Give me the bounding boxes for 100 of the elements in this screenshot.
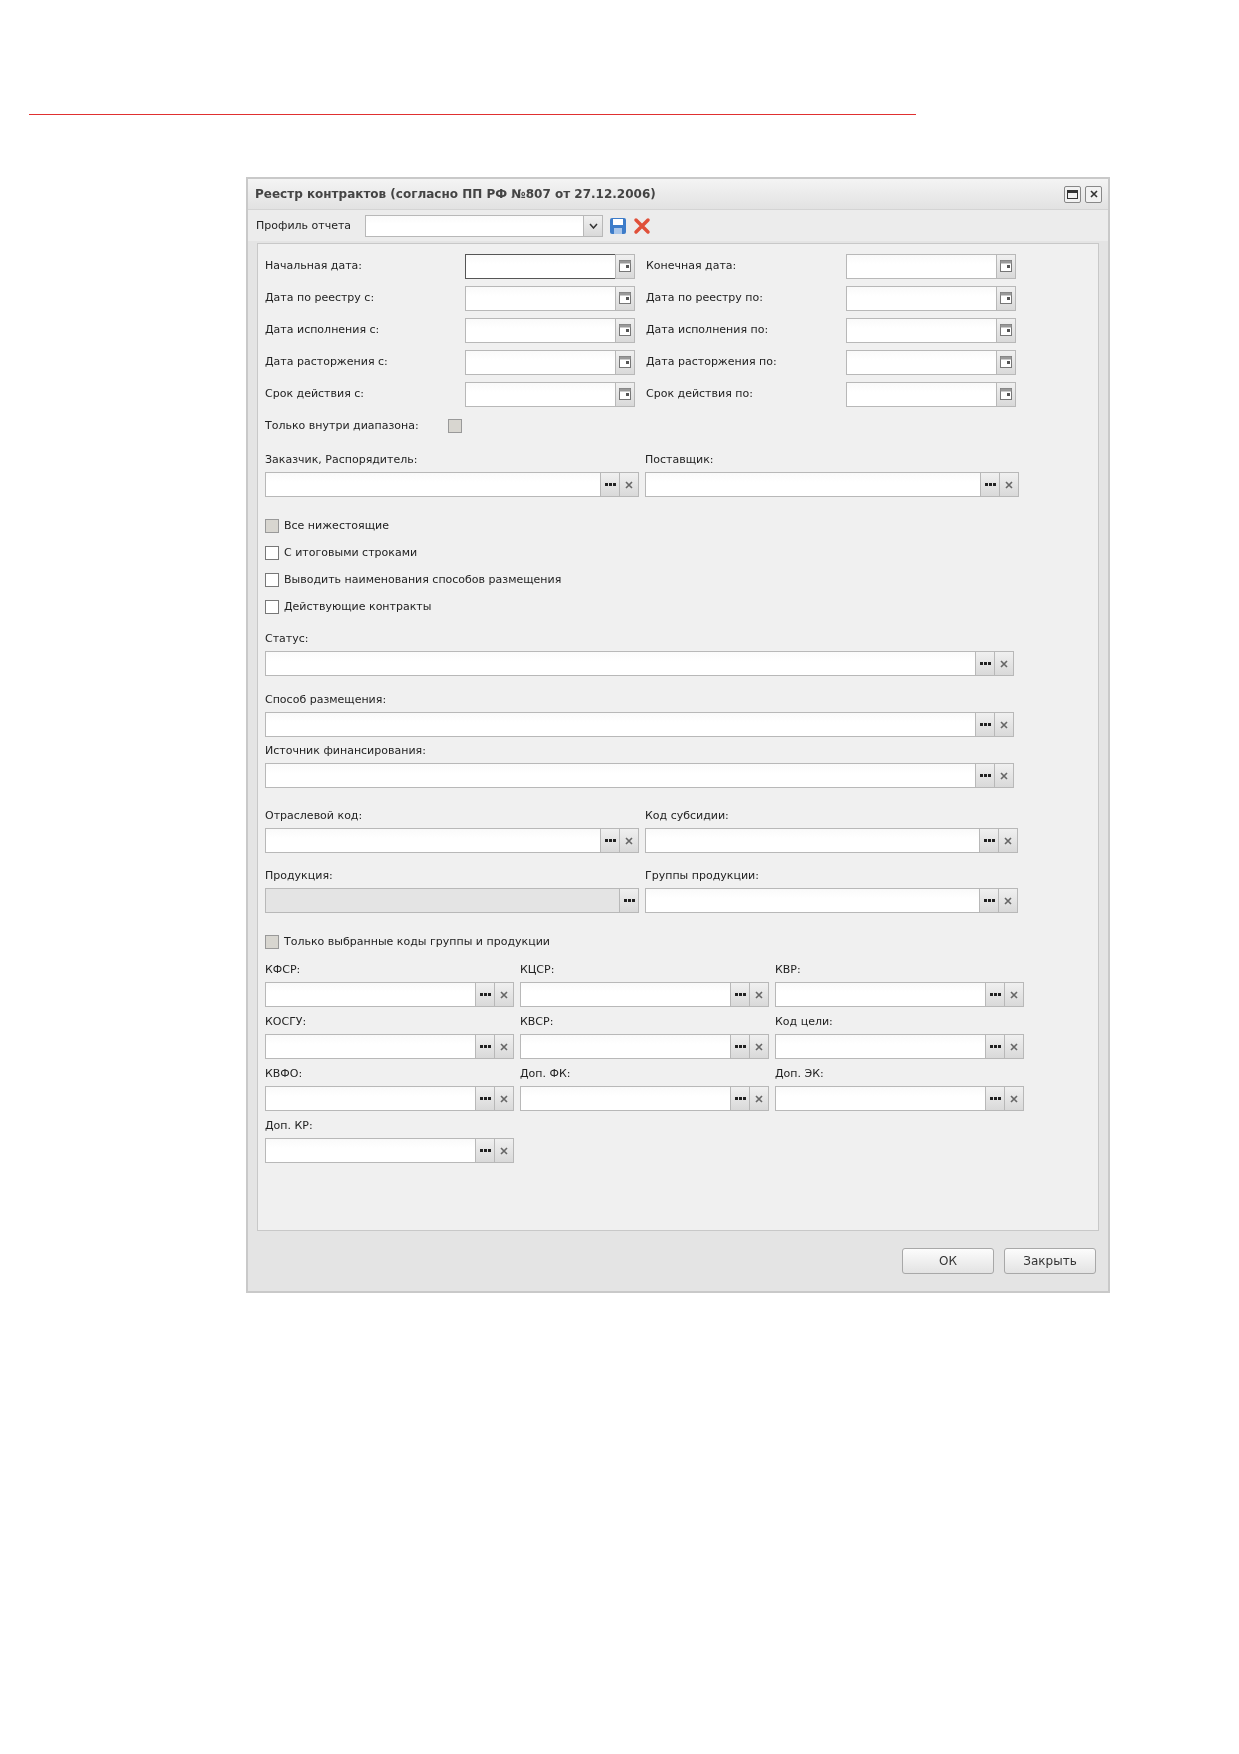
field-label: КВР: [775,962,802,978]
input-field[interactable] [775,1034,985,1059]
date-field[interactable] [465,381,615,407]
browse-button[interactable] [975,712,995,737]
clear-button[interactable] [1005,982,1024,1007]
browse-button[interactable] [619,888,639,913]
input-field[interactable] [645,828,979,853]
clear-button[interactable] [750,1034,769,1059]
browse-button[interactable] [475,1138,495,1163]
input-field[interactable] [265,712,975,737]
browse-button[interactable] [980,472,1000,497]
clear-button[interactable] [999,888,1018,913]
date-field[interactable] [846,381,996,407]
calendar-button[interactable] [615,285,635,311]
checkbox-label: Выводить наименования способов размещения [284,572,562,588]
clear-button[interactable] [999,828,1018,853]
browse-button[interactable] [600,472,620,497]
clear-button[interactable] [750,982,769,1007]
input-field[interactable] [265,1138,475,1163]
browse-button[interactable] [475,982,495,1007]
browse-button[interactable] [730,982,750,1007]
browse-button[interactable] [985,982,1005,1007]
maximize-button[interactable] [1064,185,1081,203]
date-field[interactable] [846,285,996,311]
browse-button[interactable] [975,651,995,676]
browse-button[interactable] [975,763,995,788]
browse-button[interactable] [979,888,999,913]
calendar-button[interactable] [615,317,635,343]
date-field[interactable] [846,253,996,279]
dropdown-button[interactable] [583,214,604,237]
input-field[interactable] [265,1086,475,1111]
close-icon [1005,480,1013,489]
input-field[interactable] [265,763,975,788]
clear-button[interactable] [495,1034,514,1059]
calendar-button[interactable] [615,349,635,375]
close-button[interactable] [1085,185,1102,203]
clear-button[interactable] [620,472,639,497]
input-field[interactable] [520,982,730,1007]
clear-button[interactable] [995,651,1014,676]
browse-button[interactable] [730,1034,750,1059]
browse-button[interactable] [979,828,999,853]
dialog-button[interactable]: ОК [902,1248,994,1274]
dialog-button[interactable]: Закрыть [1004,1248,1096,1274]
input-field[interactable] [645,888,979,913]
ellipsis-icon [989,1096,1001,1101]
close-icon [500,1094,508,1103]
browse-button[interactable] [475,1034,495,1059]
calendar-button[interactable] [996,317,1016,343]
calendar-button[interactable] [615,253,635,279]
input-field[interactable] [265,1034,475,1059]
clear-button[interactable] [495,1086,514,1111]
calendar-button[interactable] [996,253,1016,279]
field-label: Дата исполнения с: [265,322,381,338]
clear-button[interactable] [995,763,1014,788]
input-field[interactable] [265,828,600,853]
clear-button[interactable] [1005,1034,1024,1059]
browse-button[interactable] [985,1086,1005,1111]
input-field[interactable] [775,1086,985,1111]
browse-button[interactable] [730,1086,750,1111]
ellipsis-icon [979,661,991,666]
clear-button[interactable] [495,1138,514,1163]
date-field[interactable] [465,349,615,375]
input-field[interactable] [645,472,980,497]
checkbox[interactable] [265,600,279,614]
field-label: КЦСР: [520,962,556,978]
clear-button[interactable] [1000,472,1019,497]
clear-button[interactable] [1005,1086,1024,1111]
browse-button[interactable] [475,1086,495,1111]
clear-button[interactable] [495,982,514,1007]
input-field[interactable] [775,982,985,1007]
calendar-icon [619,324,631,336]
date-field[interactable] [465,285,615,311]
browse-button[interactable] [985,1034,1005,1059]
field-label: Дата расторжения с: [265,354,389,370]
date-field[interactable] [465,317,615,343]
window-title: Реестр контрактов (согласно ПП РФ №807 от 27.12.2006) [255,186,656,203]
field-label: Доп. ЭК: [775,1066,825,1082]
date-field[interactable] [846,317,996,343]
clear-button[interactable] [995,712,1014,737]
calendar-button[interactable] [996,285,1016,311]
field-label: Доп. КР: [265,1118,314,1134]
clear-button[interactable] [620,828,639,853]
checkbox[interactable] [265,573,279,587]
field-label: Отраслевой код: [265,808,364,824]
input-field[interactable] [265,651,975,676]
date-field[interactable] [465,253,615,279]
calendar-button[interactable] [996,381,1016,407]
delete-icon [633,216,652,235]
calendar-button[interactable] [615,381,635,407]
clear-button[interactable] [750,1086,769,1111]
input-field[interactable] [265,472,600,497]
checkbox[interactable] [265,546,279,560]
calendar-button[interactable] [996,349,1016,375]
input-field[interactable] [520,1086,730,1111]
input-field[interactable] [265,982,475,1007]
input-field[interactable] [520,1034,730,1059]
date-field[interactable] [846,349,996,375]
save-icon [609,216,628,235]
browse-button[interactable] [600,828,620,853]
close-icon [1010,1042,1018,1051]
